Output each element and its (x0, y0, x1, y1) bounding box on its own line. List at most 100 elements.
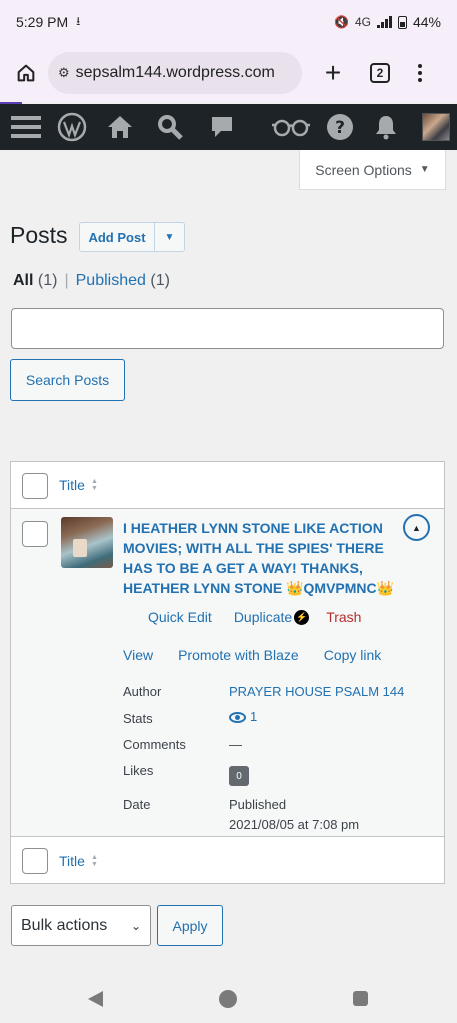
duplicate-link[interactable]: Duplicate ⚡ (233, 609, 310, 625)
stats-link[interactable]: 1 (229, 709, 257, 724)
user-account-button[interactable] (420, 104, 452, 150)
url-text: sepsalm144.wordpress.com (75, 64, 275, 81)
search-input[interactable] (11, 308, 444, 349)
post-title-link[interactable]: I HEATHER LYNN STONE LIKE ACTION MOVIES;… (123, 518, 403, 598)
comments-value: — (229, 737, 242, 752)
caret-down-icon: ▼ (419, 164, 430, 175)
stats-value: 1 (250, 709, 258, 724)
screen-options-label: Screen Options (315, 161, 412, 178)
quick-edit-link[interactable]: Quick Edit (148, 609, 212, 625)
site-settings-icon[interactable]: ⚙ (58, 65, 70, 81)
mute-icon: 🔇 (334, 15, 349, 29)
apply-button[interactable]: Apply (157, 905, 223, 946)
view-link[interactable]: View (123, 647, 153, 663)
signal-icon (376, 16, 392, 28)
date-value: 2021/08/05 at 7:08 pm (229, 817, 360, 832)
table-row: I HEATHER LYNN STONE LIKE ACTION MOVIES;… (11, 509, 444, 837)
new-tab-button[interactable]: + (318, 59, 348, 87)
table-header: Title ▲ ▼ (11, 462, 444, 509)
jetpack-bolt-icon: ⚡ (294, 609, 310, 625)
home-circle-icon[interactable] (219, 990, 237, 1008)
house-icon (108, 116, 132, 138)
address-bar[interactable]: ⚙ sepsalm144.wordpress.com (48, 52, 302, 94)
select-all-checkbox[interactable] (22, 473, 48, 499)
network-type: 4G (354, 15, 371, 29)
row-actions-secondary: View Promote with Blaze Copy link (123, 647, 381, 663)
comments-label: Comments (123, 737, 186, 752)
battery-icon (397, 15, 407, 29)
add-post-dropdown-toggle[interactable]: ▼ (155, 223, 184, 251)
page-title: Posts (10, 222, 68, 248)
sort-icon: ▲ ▼ (90, 853, 98, 868)
system-navigation-bar (0, 975, 457, 1023)
notifications-button[interactable] (370, 104, 402, 150)
download-icon: ⭳ (76, 13, 81, 28)
select-all-checkbox-footer[interactable] (22, 848, 48, 874)
reader-button[interactable] (270, 104, 312, 150)
date-status: Published (229, 797, 287, 812)
trash-link[interactable]: Trash (326, 609, 361, 625)
status-right-group: 🔇 4G 44% (334, 14, 441, 30)
hamburger-icon (11, 116, 41, 138)
wordpress-logo-icon (57, 112, 87, 142)
search-icon (158, 115, 183, 140)
search-posts-button[interactable]: Search Posts (10, 359, 125, 401)
add-post-split-button: Add Post ▼ (79, 222, 185, 252)
bell-icon (376, 116, 396, 140)
author-label: Author (123, 684, 162, 699)
help-icon: ? (327, 114, 353, 140)
screen-options-button[interactable]: Screen Options ▼ (299, 150, 446, 190)
sort-icon: ▲ ▼ (90, 478, 98, 492)
caret-down-icon: ▼ (164, 231, 175, 243)
svg-text:?: ? (335, 118, 345, 138)
browser-home-button[interactable] (10, 57, 42, 89)
likes-value: 0 (229, 766, 249, 786)
chevron-down-icon: ⌄ (130, 918, 141, 933)
admin-search-button[interactable] (154, 104, 186, 150)
title-column-label: Title (59, 477, 85, 493)
status-time: 5:29 PM (16, 14, 69, 30)
filter-published[interactable]: Published (76, 272, 146, 289)
stats-label: Stats (123, 711, 153, 726)
avatar (422, 113, 450, 141)
likes-count-badge: 0 (229, 766, 249, 786)
post-status-filters: All (1) | Published (1) (13, 272, 170, 290)
wordpress-logo-button[interactable] (56, 104, 88, 150)
glasses-icon (272, 119, 310, 137)
add-post-button[interactable]: Add Post (80, 223, 155, 251)
row-actions-primary: Quick Edit Duplicate ⚡ Trash (148, 609, 361, 625)
system-status-bar: 5:29 PM ⭳ 🔇 4G 44% (0, 0, 457, 44)
title-column-footer[interactable]: Title ▲ ▼ (59, 853, 98, 869)
bulk-actions-value: Bulk actions (21, 916, 108, 934)
title-column-label: Title (59, 852, 85, 869)
eye-icon (229, 712, 246, 724)
tab-switcher-button[interactable]: 2 (370, 63, 390, 83)
likes-label: Likes (123, 763, 154, 778)
wp-admin-bar: ? (0, 104, 457, 150)
back-icon[interactable] (88, 991, 103, 1007)
help-button[interactable]: ? (324, 104, 356, 150)
filter-all[interactable]: All (13, 272, 33, 289)
posts-table: Title ▲ ▼ I HEATHER LYNN STONE LIKE ACTIO… (10, 461, 445, 884)
filter-published-count: (1) (150, 272, 170, 289)
chevron-up-icon: ▲ (412, 522, 421, 533)
author-link[interactable]: PRAYER HOUSE PSALM 144 (229, 684, 404, 699)
comments-button[interactable] (206, 104, 238, 150)
bulk-actions-select[interactable]: Bulk actions ⌄ (11, 905, 151, 946)
date-label: Date (123, 797, 151, 812)
promote-blaze-link[interactable]: Promote with Blaze (178, 647, 299, 663)
status-time-group: 5:29 PM ⭳ (16, 12, 80, 33)
recent-apps-icon[interactable] (353, 991, 368, 1006)
filter-all-count: (1) (37, 272, 58, 289)
battery-percent: 44% (412, 14, 441, 30)
post-thumbnail (61, 517, 113, 568)
row-checkbox[interactable] (22, 521, 48, 547)
title-column-header[interactable]: Title ▲ ▼ (59, 477, 98, 493)
site-home-button[interactable] (104, 104, 136, 150)
admin-menu-toggle[interactable] (8, 104, 44, 150)
copy-link[interactable]: Copy link (324, 647, 382, 663)
browser-toolbar: ⚙ sepsalm144.wordpress.com + 2 (0, 44, 457, 102)
duplicate-label: Duplicate (233, 609, 293, 625)
toggle-row-button[interactable]: ▲ (403, 514, 430, 541)
browser-menu-button[interactable] (418, 64, 422, 82)
